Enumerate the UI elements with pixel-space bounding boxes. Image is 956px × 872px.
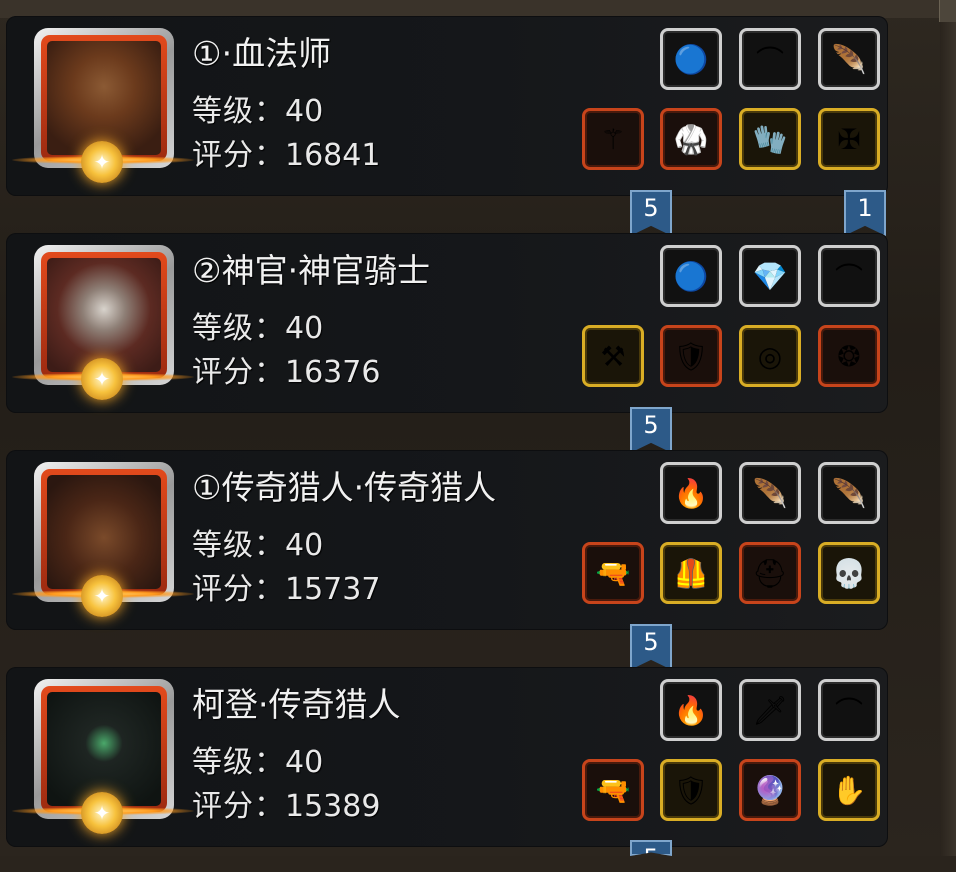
- purple-cape-icon[interactable]: 🔮: [739, 759, 801, 821]
- grey-feather-icon[interactable]: 🪶: [818, 462, 880, 524]
- hero-level: 等级：40: [192, 94, 324, 129]
- robe-armor-icon[interactable]: 🥋: [660, 108, 722, 170]
- hero-score: 评分：15389: [192, 789, 381, 824]
- purple-gem-icon[interactable]: 💎: [739, 245, 801, 307]
- rank-medal-icon: ✦: [81, 358, 123, 400]
- dark-bow-icon[interactable]: ⌒: [818, 245, 880, 307]
- dark-bow-icon[interactable]: ⌒: [739, 28, 801, 90]
- scrollbar-track[interactable]: [940, 0, 956, 856]
- hero-name: ①传奇猎人·传奇猎人: [192, 468, 497, 507]
- fire-rune-icon[interactable]: 🔥: [660, 462, 722, 524]
- green-armor-icon[interactable]: 🛡: [660, 325, 722, 387]
- dark-bow-icon[interactable]: ⌒: [818, 679, 880, 741]
- rank-medal-icon: ✦: [81, 575, 123, 617]
- hero-level: 等级：40: [192, 311, 324, 346]
- knight-helmet-icon[interactable]: ⛑: [739, 542, 801, 604]
- hero-score: 评分：16376: [192, 355, 381, 390]
- hero-card[interactable]: ✦ ①·血法师 等级：40 评分：16841 🔵 ⌒ 🪶 ⚚ 🥋 🧤 ✠: [6, 16, 888, 196]
- hero-card[interactable]: ✦ ①传奇猎人·传奇猎人 等级：40 评分：15737 🔥 🪶 🪶 🔫 🦺 ⛑ …: [6, 450, 888, 630]
- steel-armor-icon[interactable]: 🛡: [660, 759, 722, 821]
- rank-medal-icon: ✦: [81, 792, 123, 834]
- skull-ring-icon[interactable]: 💀: [818, 542, 880, 604]
- hero-score: 评分：15737: [192, 572, 381, 607]
- mace-icon[interactable]: ⚒: [582, 325, 644, 387]
- hero-score: 评分：16841: [192, 138, 381, 173]
- musket-icon[interactable]: 🔫: [582, 759, 644, 821]
- blue-orb-icon[interactable]: 🔵: [660, 245, 722, 307]
- hero-card[interactable]: ✦ ②神官·神官骑士 等级：40 评分：16376 🔵 💎 ⌒ ⚒ 🛡 ◎ ❂: [6, 233, 888, 413]
- hero-level: 等级：40: [192, 528, 324, 563]
- hero-name: ②神官·神官骑士: [192, 251, 431, 290]
- blue-orb-icon[interactable]: 🔵: [660, 28, 722, 90]
- silver-amulet-icon[interactable]: ✠: [818, 108, 880, 170]
- golden-gauntlet-icon[interactable]: ✋: [818, 759, 880, 821]
- scrollbar-thumb[interactable]: [939, 0, 956, 22]
- red-talisman-icon[interactable]: ❂: [818, 325, 880, 387]
- rank-medal-icon: ✦: [81, 141, 123, 183]
- old-bearded-priest-portrait: [47, 258, 161, 372]
- dark-skinned-mage-portrait: [47, 41, 161, 155]
- rifle-icon[interactable]: 🔫: [582, 542, 644, 604]
- dagger-icon[interactable]: 🗡: [739, 679, 801, 741]
- hero-level: 等级：40: [192, 745, 324, 780]
- hero-name: 柯登·传奇猎人: [192, 685, 401, 724]
- jade-necklace-icon[interactable]: ◎: [739, 325, 801, 387]
- cowboy-hunter-portrait: [47, 475, 161, 589]
- grey-feather-icon[interactable]: 🪶: [739, 462, 801, 524]
- hero-name: ①·血法师: [192, 34, 332, 73]
- hero-card[interactable]: ✦ 柯登·传奇猎人 等级：40 评分：15389 🔥 🗡 ⌒ 🔫 🛡 🔮 ✋: [6, 667, 888, 847]
- crimson-feather-icon[interactable]: 🪶: [818, 28, 880, 90]
- green-gauntlet-icon[interactable]: 🧤: [739, 108, 801, 170]
- red-armor-icon[interactable]: 🦺: [660, 542, 722, 604]
- purple-staff-icon[interactable]: ⚚: [582, 108, 644, 170]
- hooded-plague-doctor-portrait: [47, 692, 161, 806]
- fire-rune-icon[interactable]: 🔥: [660, 679, 722, 741]
